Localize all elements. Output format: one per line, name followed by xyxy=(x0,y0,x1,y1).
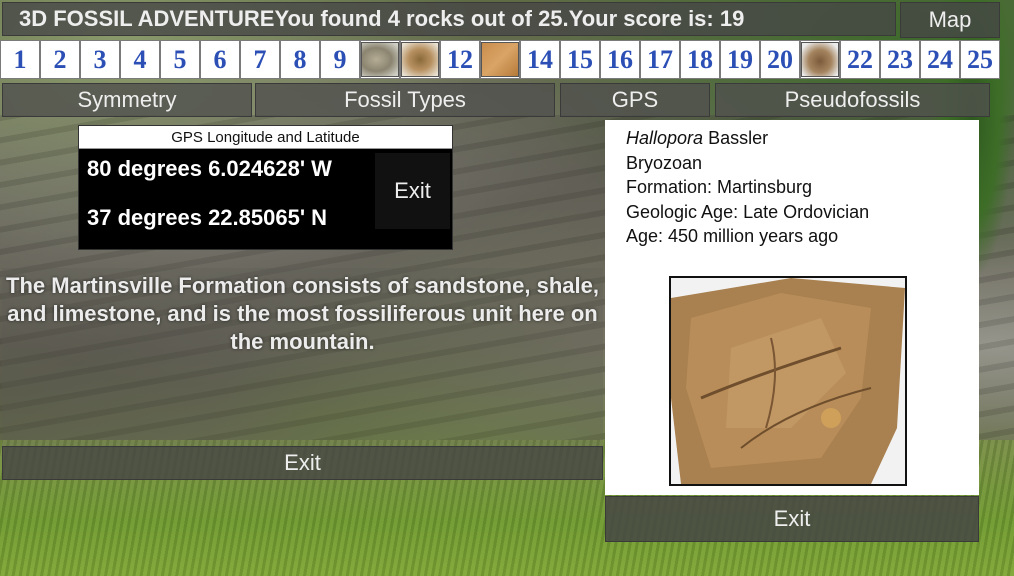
specimen-photo xyxy=(669,276,907,486)
specimen-genus: Hallopora xyxy=(626,128,704,148)
rock-thumbnail-icon xyxy=(401,42,439,77)
rock-button-7[interactable]: 7 xyxy=(240,40,280,79)
rock-button-6[interactable]: 6 xyxy=(200,40,240,79)
specimen-group: Bryozoan xyxy=(626,153,703,173)
rock-thumbnail-icon xyxy=(481,42,519,77)
map-button[interactable]: Map xyxy=(900,2,1000,38)
formation-info-panel: The Martinsville Formation consists of s… xyxy=(2,268,603,448)
gps-panel-header: GPS Longitude and Latitude xyxy=(79,126,452,149)
gps-latitude: 37 degrees 22.85065' N xyxy=(87,205,328,230)
specimen-author: Bassler xyxy=(708,128,769,148)
rock-button-15[interactable]: 15 xyxy=(560,40,600,79)
specimen-name: Hallopora Bassler xyxy=(626,128,768,149)
specimen-age: Age: 450 million years ago xyxy=(626,226,839,246)
rock-button-13-found[interactable] xyxy=(480,40,520,79)
rock-button-2[interactable]: 2 xyxy=(40,40,80,79)
tab-gps[interactable]: GPS xyxy=(560,83,710,117)
rock-button-16[interactable]: 16 xyxy=(600,40,640,79)
gps-exit-button[interactable]: Exit xyxy=(375,153,450,229)
rock-button-18[interactable]: 18 xyxy=(680,40,720,79)
specimen-exit-button[interactable]: Exit xyxy=(605,496,979,542)
rock-button-21-found[interactable] xyxy=(800,40,840,79)
specimen-formation: Formation: Martinsburg xyxy=(626,177,813,197)
rock-thumbnail-icon xyxy=(801,42,839,77)
rock-button-23[interactable]: 23 xyxy=(880,40,920,79)
rock-button-5[interactable]: 5 xyxy=(160,40,200,79)
rock-button-14[interactable]: 14 xyxy=(520,40,560,79)
rock-button-8[interactable]: 8 xyxy=(280,40,320,79)
rock-button-9[interactable]: 9 xyxy=(320,40,360,79)
rock-button-11-found[interactable] xyxy=(400,40,440,79)
rock-thumbnail-icon xyxy=(361,42,399,77)
tab-pseudofossils[interactable]: Pseudofossils xyxy=(715,83,990,117)
gps-longitude: 80 degrees 6.024628' W xyxy=(87,156,332,181)
rock-button-10-found[interactable] xyxy=(360,40,400,79)
specimen-geologic-age: Geologic Age: Late Ordovician xyxy=(626,202,870,222)
tab-symmetry[interactable]: Symmetry xyxy=(2,83,252,117)
rock-button-25[interactable]: 25 xyxy=(960,40,1000,79)
status-bar: 3D FOSSIL ADVENTURE You found 4 rocks ou… xyxy=(2,2,896,36)
rock-button-1[interactable]: 1 xyxy=(0,40,40,79)
specimen-card: Hallopora Bassler Bryozoan Formation: Ma… xyxy=(605,120,979,495)
rock-button-17[interactable]: 17 xyxy=(640,40,680,79)
rock-selector-row: 1 2 3 4 5 6 7 8 9 12 14 15 16 17 18 19 20 22 23 24 25 xyxy=(0,40,1002,79)
rock-button-19[interactable]: 19 xyxy=(720,40,760,79)
rock-button-20[interactable]: 20 xyxy=(760,40,800,79)
rock-button-22[interactable]: 22 xyxy=(840,40,880,79)
formation-info-text: The Martinsville Formation consists of s… xyxy=(6,273,599,354)
gps-panel: GPS Longitude and Latitude 80 degrees 6.… xyxy=(78,125,453,250)
rocks-found-text: You found 4 rocks out of 25. xyxy=(274,6,569,31)
score-text: Your score is: 19 xyxy=(568,6,745,31)
game-title: 3D FOSSIL ADVENTURE xyxy=(19,6,275,31)
rock-button-4[interactable]: 4 xyxy=(120,40,160,79)
rock-button-12[interactable]: 12 xyxy=(440,40,480,79)
rock-button-3[interactable]: 3 xyxy=(80,40,120,79)
tab-fossil-types[interactable]: Fossil Types xyxy=(255,83,555,117)
rock-button-24[interactable]: 24 xyxy=(920,40,960,79)
info-exit-button[interactable]: Exit xyxy=(2,446,603,480)
